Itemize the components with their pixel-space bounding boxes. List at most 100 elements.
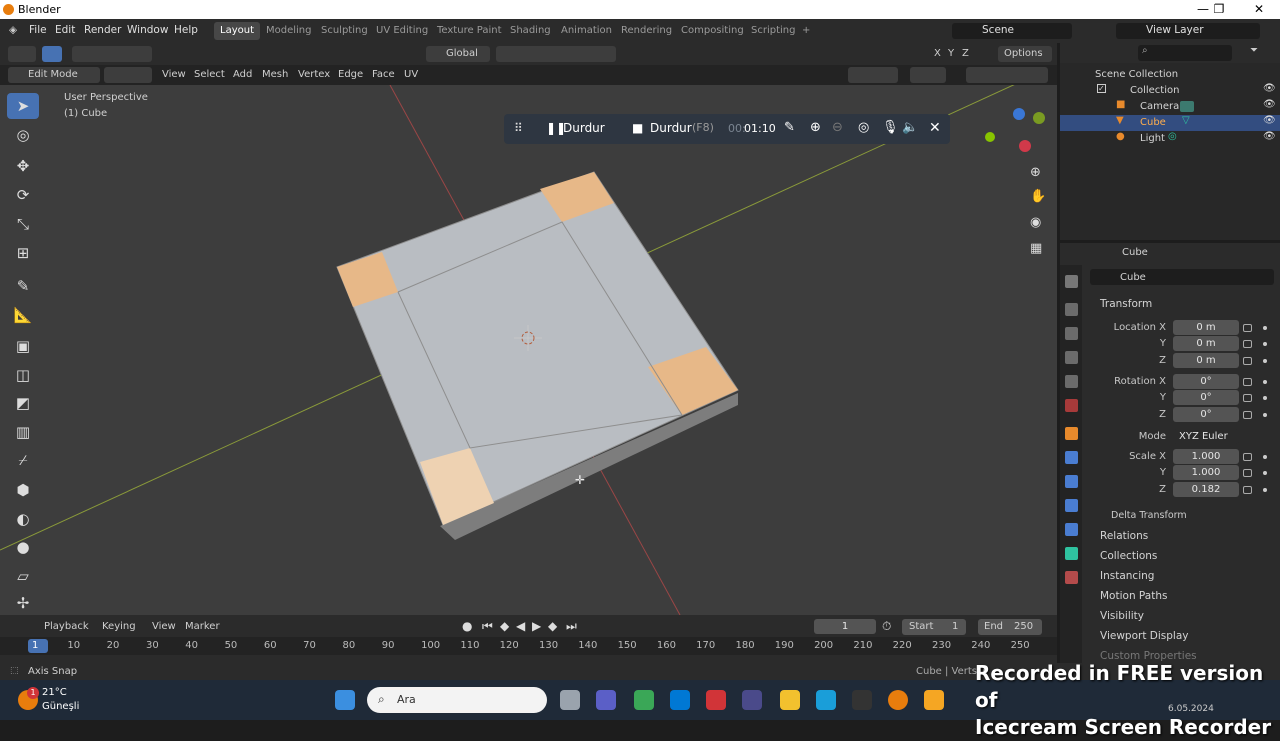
rotation-y-field[interactable]: 0°: [1173, 390, 1239, 405]
lock-icon[interactable]: [1243, 469, 1252, 477]
tab-texture-paint[interactable]: Texture Paint: [431, 22, 508, 40]
timeline-menu-keying[interactable]: Keying: [102, 621, 136, 632]
play-reverse-icon[interactable]: ◀: [516, 619, 525, 633]
mesh-data-icon[interactable]: ▽: [1182, 115, 1190, 126]
tool-tab-icon[interactable]: [1065, 275, 1078, 288]
location-x-field[interactable]: 0 m: [1173, 320, 1239, 335]
extrude-tool-icon[interactable]: ▣: [7, 333, 39, 359]
clock-icon[interactable]: ⏱: [882, 619, 891, 634]
transform-tool-icon[interactable]: ⊞: [7, 240, 39, 266]
panel-relations[interactable]: Relations: [1100, 530, 1280, 548]
scale-y-field[interactable]: 1.000: [1173, 465, 1239, 480]
select-mode-buttons[interactable]: [72, 46, 152, 62]
ortho-grid-icon[interactable]: ▦: [1030, 241, 1042, 256]
keyframe-dot-icon[interactable]: [1263, 455, 1267, 459]
lock-icon[interactable]: [1243, 411, 1252, 419]
outliner-item-collection[interactable]: ✓ Collection 👁: [1060, 83, 1280, 99]
zoom-in-icon[interactable]: ⊕: [810, 120, 821, 135]
gizmo-y-icon[interactable]: [1033, 112, 1045, 124]
menu-file[interactable]: File: [29, 24, 47, 36]
stop-label[interactable]: Durdur: [650, 121, 692, 135]
close-recorder-icon[interactable]: ✕: [929, 120, 941, 136]
inset-tool-icon[interactable]: ◫: [7, 362, 39, 388]
bevel-tool-icon[interactable]: ◩: [7, 390, 39, 416]
lock-icon[interactable]: [1243, 378, 1252, 386]
webcam-icon[interactable]: ◎: [858, 120, 869, 135]
constraints-tab-icon[interactable]: [1065, 523, 1078, 536]
select-tool-icon[interactable]: ➤: [7, 93, 39, 119]
drag-handle-icon[interactable]: ⠿: [514, 121, 523, 135]
rotation-z-field[interactable]: 0°: [1173, 407, 1239, 422]
cursor-tool-icon[interactable]: ◎: [7, 122, 39, 148]
menu-mesh[interactable]: Mesh: [262, 69, 288, 80]
outliner-item-camera[interactable]: ■ Camera 👁: [1060, 99, 1280, 115]
zoom-icon[interactable]: ⊕: [1030, 165, 1041, 180]
lock-icon[interactable]: [1243, 453, 1252, 461]
tab-scripting[interactable]: Scripting: [745, 22, 801, 40]
camera-view-icon[interactable]: ◉: [1030, 215, 1041, 230]
app-vs-icon[interactable]: [742, 690, 762, 710]
menu-face[interactable]: Face: [372, 69, 395, 80]
keyframe-dot-icon[interactable]: [1263, 326, 1267, 330]
timeline-menu-playback[interactable]: Playback: [44, 621, 89, 632]
shear-tool-icon[interactable]: ▱: [7, 563, 39, 589]
outliner-item-light[interactable]: ● Light ◎ 👁: [1060, 131, 1280, 147]
timeline-menu-marker[interactable]: Marker: [185, 621, 220, 632]
speaker-icon[interactable]: 🔈: [902, 120, 918, 135]
outliner-item-cube[interactable]: ▼ Cube ▽ 👁: [1060, 115, 1280, 131]
particles-tab-icon[interactable]: [1065, 475, 1078, 488]
camera-data-icon[interactable]: [1180, 101, 1194, 112]
move-tool-icon[interactable]: ✥: [7, 153, 39, 179]
object-tab-icon[interactable]: [1065, 427, 1078, 440]
panel-instancing[interactable]: Instancing: [1100, 570, 1280, 588]
panel-viewport-display[interactable]: Viewport Display: [1100, 630, 1280, 648]
tab-modeling[interactable]: Modeling: [260, 22, 318, 40]
pause-label[interactable]: Durdur: [563, 121, 605, 135]
lock-icon[interactable]: [1243, 340, 1252, 348]
pan-hand-icon[interactable]: ✋: [1030, 189, 1046, 204]
scale-z-field[interactable]: 0.182: [1173, 482, 1239, 497]
view-layer-tab-icon[interactable]: [1065, 351, 1078, 364]
tab-rendering[interactable]: Rendering: [615, 22, 678, 40]
visibility-eye-icon[interactable]: 👁: [1263, 83, 1276, 94]
file-explorer-icon[interactable]: [780, 690, 800, 710]
world-tab-icon[interactable]: [1065, 399, 1078, 412]
tab-shading[interactable]: Shading: [504, 22, 557, 40]
blender-taskbar-icon[interactable]: [888, 690, 908, 710]
menu-help[interactable]: Help: [174, 24, 198, 36]
shading-mode-buttons[interactable]: [966, 67, 1048, 83]
tab-layout[interactable]: Layout: [214, 22, 260, 40]
visibility-eye-icon[interactable]: 👁: [1263, 115, 1276, 126]
menu-edit[interactable]: Edit: [55, 24, 75, 36]
lock-icon[interactable]: [1243, 357, 1252, 365]
visibility-overlays-buttons[interactable]: [848, 67, 898, 83]
menu-uv[interactable]: UV: [404, 69, 418, 80]
store-icon[interactable]: [670, 690, 690, 710]
keyframe-dot-icon[interactable]: [1263, 396, 1267, 400]
lock-icon[interactable]: [1243, 394, 1252, 402]
location-y-field[interactable]: 0 m: [1173, 336, 1239, 351]
menu-vertex[interactable]: Vertex: [298, 69, 330, 80]
outliner-scene-collection[interactable]: Scene Collection: [1060, 67, 1280, 83]
zoom-out-icon[interactable]: ⊖: [832, 120, 843, 135]
menu-view[interactable]: View: [162, 69, 186, 80]
gizmo-x-icon[interactable]: [1019, 140, 1031, 152]
axis-z-toggle[interactable]: Z: [962, 48, 969, 59]
delta-transform-subpanel[interactable]: Delta Transform: [1111, 510, 1187, 521]
prev-keyframe-icon[interactable]: ◆: [500, 619, 509, 633]
filter-icon[interactable]: ⏷: [1250, 45, 1258, 56]
panel-motion-paths[interactable]: Motion Paths: [1100, 590, 1280, 608]
pivot-snap-buttons[interactable]: [496, 46, 616, 62]
play-icon[interactable]: ▶: [532, 619, 541, 633]
panel-collections[interactable]: Collections: [1100, 550, 1280, 568]
gizmo-neg-y-icon[interactable]: [985, 132, 995, 142]
editor-type-button[interactable]: [8, 46, 36, 62]
data-tab-icon[interactable]: [1065, 547, 1078, 560]
menu-edge[interactable]: Edge: [338, 69, 363, 80]
visibility-eye-icon[interactable]: 👁: [1263, 99, 1276, 110]
scene-tab-icon[interactable]: [1065, 375, 1078, 388]
panel-visibility[interactable]: Visibility: [1100, 610, 1280, 628]
physics-tab-icon[interactable]: [1065, 499, 1078, 512]
select-box-tool-button[interactable]: [42, 46, 62, 62]
microphone-icon[interactable]: 🎙: [882, 120, 899, 135]
